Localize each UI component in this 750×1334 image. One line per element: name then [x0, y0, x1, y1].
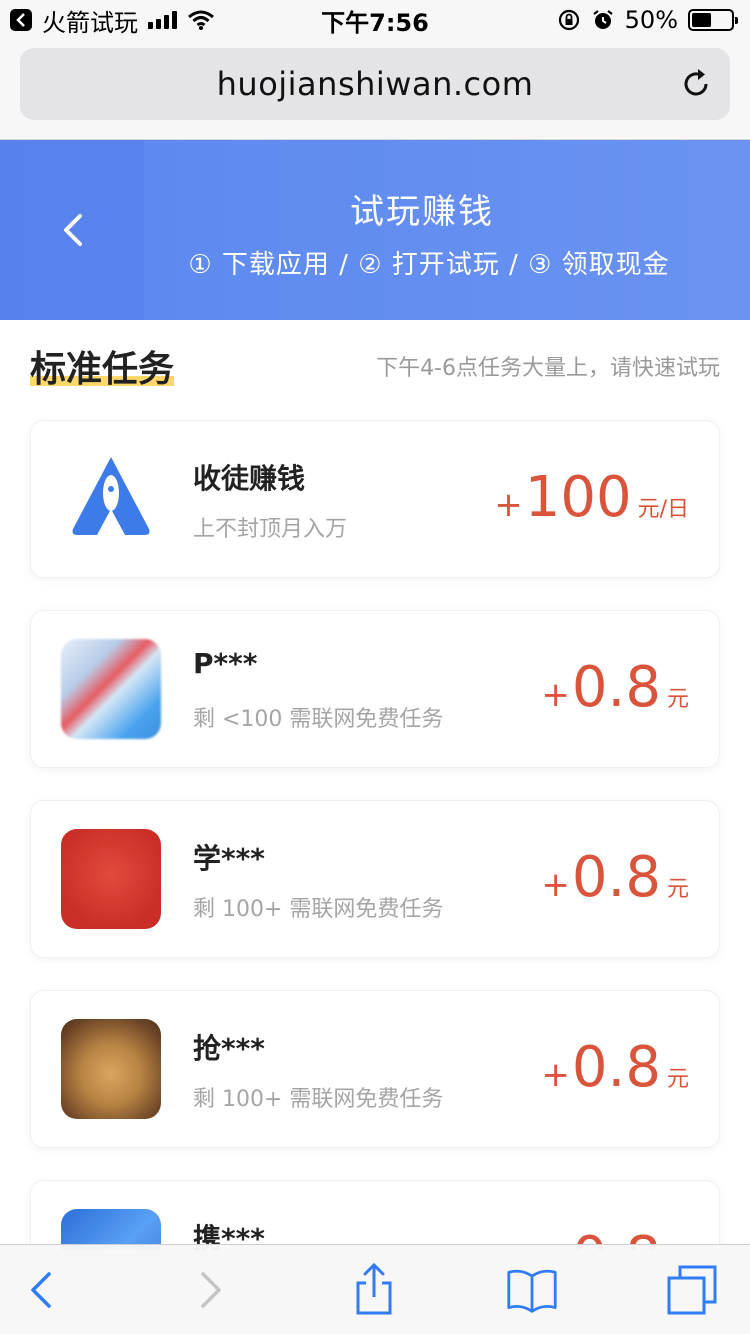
share-icon	[356, 1263, 392, 1315]
reward-plus: +	[494, 485, 523, 525]
reward-unit: 元	[666, 1067, 689, 1092]
task-reward: + 0.8 元	[541, 655, 689, 720]
battery-percent: 50%	[624, 6, 678, 34]
task-description: 上不封顶月入万	[193, 517, 348, 542]
reward-unit: 元	[666, 687, 689, 712]
task-description: 剩 100+ 需联网免费任务	[193, 897, 444, 922]
steps-subtitle: ① 下载应用 / ② 打开试玩 / ③ 领取现金	[188, 250, 670, 280]
task-list: 收徒赚钱 上不封顶月入万 + 100 元/日 P*** 剩 <100 需联网免费…	[30, 420, 720, 1250]
main-content: 标准任务 下午4-6点任务大量上，请快速试玩 收徒赚钱 上不封顶月入万 + 10…	[0, 320, 750, 1250]
section-note: 下午4-6点任务大量上，请快速试玩	[376, 356, 720, 381]
reward-unit: 元/日	[637, 497, 689, 522]
chevron-right-icon	[201, 1272, 221, 1308]
reward-plus: +	[541, 865, 570, 905]
page-title: 试玩赚钱	[350, 192, 494, 232]
status-left: 火箭试玩	[10, 3, 215, 38]
task-name: 收徒赚钱	[193, 462, 306, 495]
app-icon	[61, 829, 161, 929]
reward-plus: +	[541, 1055, 570, 1095]
reward-value: 0.8	[571, 1035, 661, 1100]
book-icon	[507, 1269, 557, 1313]
app-icon	[61, 1019, 161, 1119]
browser-address-area: huojianshiwan.com	[0, 40, 750, 140]
task-name: P***	[193, 647, 258, 680]
reward-value: 100	[524, 465, 632, 530]
reward-plus: +	[541, 675, 570, 715]
battery-fill	[692, 13, 711, 27]
task-card[interactable]: 抢*** 剩 100+ 需联网免费任务 + 0.8 元	[30, 990, 720, 1148]
task-card[interactable]: 携*** + 0.8 元	[30, 1180, 720, 1250]
task-card-recruit[interactable]: 收徒赚钱 上不封顶月入万 + 100 元/日	[30, 420, 720, 578]
share-button[interactable]	[348, 1263, 400, 1315]
alarm-icon	[592, 10, 613, 29]
task-reward: + 0.8 元	[541, 1035, 689, 1100]
back-app-label[interactable]: 火箭试玩	[42, 3, 138, 38]
reward-unit: 元	[666, 877, 689, 902]
page-header: 试玩赚钱 ① 下载应用 / ② 打开试玩 / ③ 领取现金	[0, 140, 750, 320]
address-bar[interactable]: huojianshiwan.com	[20, 48, 730, 120]
task-name: 抢***	[193, 1032, 265, 1065]
section-header: 标准任务 下午4-6点任务大量上，请快速试玩	[0, 320, 750, 410]
status-bar: 火箭试玩 下午7:56 50%	[0, 0, 750, 40]
section-title: 标准任务	[30, 349, 175, 390]
reward-value: 0.8	[571, 845, 661, 910]
reload-icon[interactable]	[678, 66, 714, 102]
task-description: 剩 <100 需联网免费任务	[193, 707, 444, 732]
task-card[interactable]: 学*** 剩 100+ 需联网免费任务 + 0.8 元	[30, 800, 720, 958]
reward-value: 0.8	[571, 655, 661, 720]
status-right: 50%	[557, 6, 738, 34]
bookmarks-button[interactable]	[506, 1265, 558, 1315]
browser-back-button[interactable]	[16, 1265, 68, 1315]
wifi-icon	[188, 10, 214, 30]
browser-toolbar	[0, 1244, 750, 1334]
browser-forward-button[interactable]	[184, 1265, 236, 1315]
back-to-app-icon[interactable]	[10, 9, 32, 31]
rotation-lock-icon	[558, 9, 579, 31]
task-card[interactable]: P*** 剩 <100 需联网免费任务 + 0.8 元	[30, 610, 720, 768]
task-reward: + 0.8 元	[541, 845, 689, 910]
rocket-icon	[61, 449, 161, 549]
battery-icon	[688, 9, 738, 31]
task-name: 学***	[193, 842, 265, 875]
cellular-signal-icon	[148, 11, 177, 29]
url-text[interactable]: huojianshiwan.com	[217, 65, 534, 103]
tabs-icon	[667, 1265, 717, 1315]
app-icon	[61, 639, 161, 739]
tabs-button[interactable]	[666, 1265, 718, 1315]
task-description: 剩 100+ 需联网免费任务	[193, 1087, 444, 1112]
task-reward: + 100 元/日	[494, 465, 689, 530]
chevron-left-icon	[31, 1272, 51, 1308]
